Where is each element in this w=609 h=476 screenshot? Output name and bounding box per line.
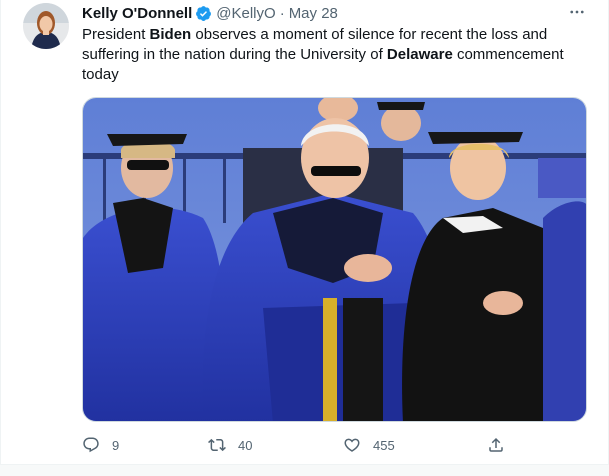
verified-badge-icon — [195, 5, 212, 22]
retweet-count: 40 — [238, 437, 253, 453]
share-icon — [489, 437, 503, 452]
reply-count: 9 — [112, 437, 120, 453]
tweet-photo[interactable] — [82, 97, 587, 422]
tweet-text-bold-biden[interactable]: Biden — [150, 26, 192, 43]
like-button[interactable]: 455 — [343, 436, 395, 454]
author-name[interactable]: Kelly O'Donnell — [82, 5, 192, 22]
reply-button[interactable]: 9 — [82, 436, 119, 454]
retweet-button[interactable]: 40 — [208, 436, 252, 454]
separator-dot: · — [279, 4, 285, 22]
author-avatar[interactable] — [23, 3, 69, 49]
retweet-icon — [208, 438, 226, 452]
tweet-text-bold-delaware[interactable]: Delaware — [387, 46, 453, 63]
heart-icon — [344, 438, 360, 452]
next-tweet-divider — [0, 464, 609, 476]
tweet-date[interactable]: May 28 — [289, 5, 338, 22]
tweet-actions: 9 40 455 — [0, 436, 609, 456]
tweet-text: President Biden observes a moment of sil… — [82, 25, 592, 85]
tweet-text-part: President — [82, 26, 150, 43]
more-options-icon[interactable] — [565, 2, 589, 22]
like-count: 455 — [373, 437, 395, 453]
reply-bubble-icon — [83, 437, 99, 453]
tweet-header: Kelly O'Donnell @KellyO · May 28 — [82, 3, 338, 23]
author-handle[interactable]: @KellyO — [216, 5, 275, 22]
share-button[interactable] — [487, 436, 505, 454]
